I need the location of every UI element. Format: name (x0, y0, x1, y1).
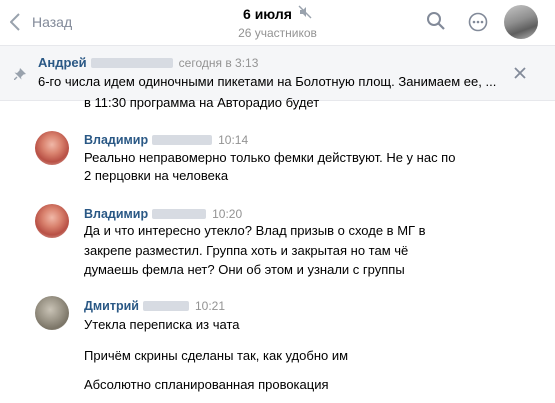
pin-icon (13, 67, 26, 85)
message-line: Реально неправомерно только фемки действ… (84, 150, 456, 165)
redacted-surname (152, 135, 213, 145)
message-time: 10:14 (218, 133, 249, 147)
message-line: Утекла переписка из чата (84, 317, 240, 332)
message-time: 10:20 (212, 207, 243, 221)
message-author[interactable]: Дмитрий (84, 299, 139, 313)
redacted-surname (152, 209, 207, 219)
chat-header: Назад 6 июля 26 участников (0, 0, 555, 46)
avatar[interactable] (35, 131, 69, 165)
muted-icon (298, 5, 312, 22)
search-icon[interactable] (426, 11, 446, 36)
message-author[interactable]: Владимир (84, 207, 148, 221)
avatar[interactable] (35, 204, 69, 238)
close-icon[interactable] (514, 66, 526, 84)
message-line: думаешь фемла нет? Они об этом и узнали … (84, 262, 405, 277)
message-author[interactable]: Владимир (84, 133, 148, 147)
message-line: 2 перцовки на человека (84, 168, 229, 183)
message-line: Абсолютно спланированная провокация (84, 377, 329, 392)
more-icon[interactable] (468, 12, 488, 37)
pinned-author[interactable]: Андрей (38, 55, 87, 70)
message-line: закрепе разместил. Группа хоть и закрыта… (84, 243, 409, 258)
pinned-time: сегодня в 3:13 (178, 55, 259, 70)
message-time: 10:21 (194, 299, 225, 313)
redacted-surname (142, 301, 189, 311)
pinned-text: 6-го числа идем одиночными пикетами на Б… (38, 74, 497, 89)
pinned-author-line: Андрей сегодня в 3:13 (38, 55, 258, 70)
pinned-message[interactable]: Андрей сегодня в 3:13 6-го числа идем од… (0, 46, 555, 101)
message-line: Причём скрины сделаны так, как удобно им (84, 348, 349, 363)
redacted-surname (90, 57, 173, 68)
message-line: Да и что интересно утекло? Влад призыв о… (84, 223, 426, 238)
chat-avatar[interactable] (504, 5, 538, 39)
chat-title: 6 июля (243, 5, 292, 22)
avatar[interactable] (35, 296, 69, 330)
